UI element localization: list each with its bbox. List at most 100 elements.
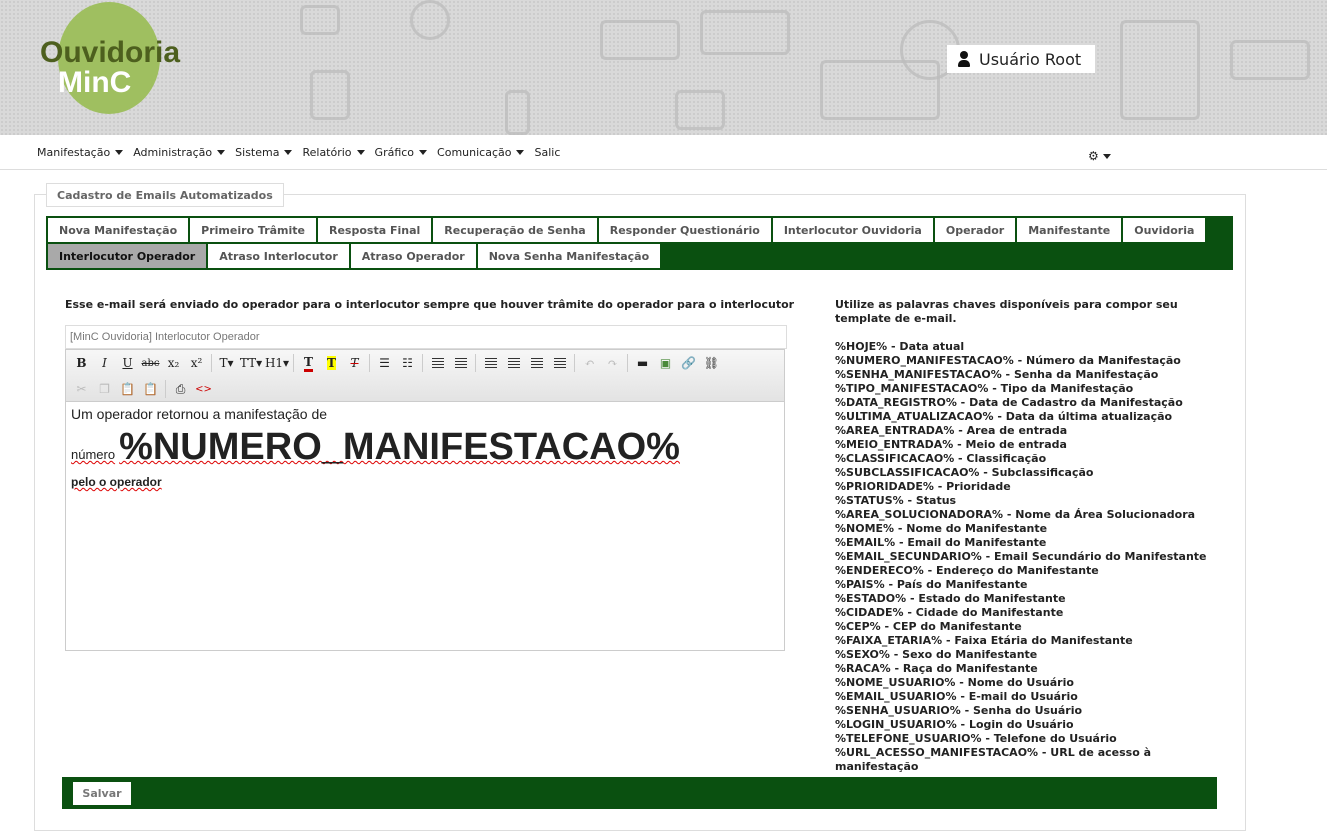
align-glyph (431, 358, 444, 368)
menu-administracao[interactable]: Administração (133, 146, 226, 159)
menu-sistema[interactable]: Sistema (235, 146, 293, 159)
toolbar-separator (422, 354, 423, 372)
keyword-item: %TELEFONE_USUARIO% - Telefone do Usuário (835, 732, 1117, 745)
keyword-item: %FAIXA_ETARIA% - Faixa Etária do Manifes… (835, 634, 1133, 647)
tab-ouvidoria[interactable]: Ouvidoria (1123, 218, 1206, 242)
decor-shape (310, 70, 350, 120)
unlink-icon[interactable]: ⛓ (700, 352, 723, 374)
underline-button[interactable]: U (116, 352, 139, 374)
decor-shape (700, 10, 790, 55)
paste-text-icon[interactable]: 📋 (139, 378, 162, 400)
keyword-item: %RACA% - Raça do Manifestante (835, 662, 1038, 675)
menu-label: Relatório (302, 146, 352, 159)
font-size-button[interactable]: TT▾ (238, 352, 264, 374)
outdent-icon[interactable] (426, 352, 449, 374)
horizontal-rule-icon[interactable]: ▬ (631, 352, 654, 374)
menu-relatorio[interactable]: Relatório (302, 146, 365, 159)
editor-content[interactable]: Um operador retornou a manifestação de n… (66, 402, 784, 493)
menu-label: Gráfico (374, 146, 415, 159)
menu-manifestacao[interactable]: Manifestação (37, 146, 124, 159)
ouvidoria-logo[interactable]: Ouvidoria MinC (40, 2, 250, 114)
menu-salic[interactable]: Salic (534, 146, 560, 159)
keyword-item: %STATUS% - Status (835, 494, 957, 507)
decor-shape (1120, 20, 1200, 120)
keyword-item: %HOJE% - Data atual (835, 340, 965, 353)
image-icon[interactable]: ▣ (654, 352, 677, 374)
source-code-icon[interactable]: <> (192, 378, 215, 400)
print-icon[interactable]: ⎙ (169, 378, 192, 400)
decor-shape (410, 0, 450, 40)
keyword-item: %SENHA_MANIFESTACAO% - Senha da Manifest… (835, 368, 1159, 381)
menu-grafico[interactable]: Gráfico (375, 146, 428, 159)
superscript-button[interactable]: x² (185, 352, 208, 374)
user-menu[interactable]: Usuário Root (947, 45, 1095, 73)
keyword-item: %ULTIMA_ATUALIZACAO% - Data da última at… (835, 410, 1173, 423)
main-menu: Manifestação Administração Sistema Relat… (37, 146, 560, 159)
subscript-button[interactable]: x₂ (162, 352, 185, 374)
tab-resposta-final[interactable]: Resposta Final (318, 218, 432, 242)
link-icon[interactable]: 🔗 (677, 352, 700, 374)
tab-primeiro-tramite[interactable]: Primeiro Trâmite (190, 218, 316, 242)
keyword-item: %NOME% - Nome do Manifestante (835, 522, 1048, 535)
align-right-icon[interactable] (525, 352, 548, 374)
save-button[interactable]: Salvar (73, 782, 131, 805)
toolbar-separator (369, 354, 370, 372)
tab-nova-senha-manifestacao[interactable]: Nova Senha Manifestação (477, 244, 661, 268)
toolbar-row-1: B I U abc x₂ x² T▾ TT▾ H1▾ T T T ☰ ☷ ↶ ↷… (66, 350, 784, 376)
numbered-list-icon[interactable]: ☷ (396, 352, 419, 374)
tab-recuperacao-senha[interactable]: Recuperação de Senha (433, 218, 597, 242)
menu-label: Comunicação (437, 146, 512, 159)
caret-down-icon (284, 150, 293, 155)
bold-button[interactable]: B (70, 352, 93, 374)
align-justify-icon[interactable] (548, 352, 571, 374)
tab-operador[interactable]: Operador (934, 218, 1016, 242)
remove-format-icon[interactable]: T (343, 352, 366, 374)
align-glyph (507, 358, 520, 368)
tab-manifestante[interactable]: Manifestante (1017, 218, 1122, 242)
body-line-1-text: Um operador retornou a manifestação de (71, 406, 328, 422)
align-center-icon[interactable] (502, 352, 525, 374)
logo-text-line2: MinC (58, 66, 132, 99)
bullet-list-icon[interactable]: ☰ (373, 352, 396, 374)
keyword-item: %EMAIL_USUARIO% - E-mail do Usuário (835, 690, 1078, 703)
email-description: Esse e-mail será enviado do operador par… (65, 298, 795, 311)
italic-button[interactable]: I (93, 352, 116, 374)
heading-button[interactable]: H1▾ (264, 352, 290, 374)
copy-icon[interactable]: ❐ (93, 378, 116, 400)
settings-menu[interactable]: ⚙ (1088, 149, 1111, 163)
menu-comunicacao[interactable]: Comunicação (437, 146, 525, 159)
keyword-item: %AREA_ENTRADA% - Area de entrada (835, 424, 1068, 437)
paste-icon[interactable]: 📋 (116, 378, 139, 400)
keyword-item: %PAIS% - País do Manifestante (835, 578, 1028, 591)
editor-toolbar: B I U abc x₂ x² T▾ TT▾ H1▾ T T T ☰ ☷ ↶ ↷… (66, 350, 784, 402)
tab-interlocutor-operador[interactable]: Interlocutor Operador (48, 244, 207, 268)
tab-interlocutor-ouvidoria[interactable]: Interlocutor Ouvidoria (772, 218, 933, 242)
strikethrough-button[interactable]: abc (139, 352, 162, 374)
keyword-item: %AREA_SOLUCIONADORA% - Nome da Área Solu… (835, 508, 1196, 521)
tab-row-2: Interlocutor Operador Atraso Interlocuto… (48, 244, 1233, 268)
main-menu-bar: Manifestação Administração Sistema Relat… (0, 135, 1327, 170)
form-footer (62, 777, 1217, 809)
caret-down-icon (217, 150, 226, 155)
panel-legend: Cadastro de Emails Automatizados (46, 183, 284, 207)
tab-nova-manifestacao[interactable]: Nova Manifestação (48, 218, 189, 242)
cut-icon[interactable]: ✂ (70, 378, 93, 400)
subject-input[interactable] (65, 325, 787, 349)
tab-atraso-operador[interactable]: Atraso Operador (350, 244, 476, 268)
keyword-item: %NOME_USUARIO% - Nome do Usuário (835, 676, 1074, 689)
align-glyph (530, 358, 543, 368)
header-banner: Ouvidoria MinC Usuário Root (0, 0, 1327, 135)
menu-label: Administração (133, 146, 213, 159)
align-left-icon[interactable] (479, 352, 502, 374)
font-family-button[interactable]: T▾ (215, 352, 238, 374)
keyword-item: %SENHA_USUARIO% - Senha do Usuário (835, 704, 1083, 717)
highlight-icon[interactable]: T (320, 352, 343, 374)
tab-responder-questionario[interactable]: Responder Questionário (598, 218, 771, 242)
toolbar-separator (293, 354, 294, 372)
text-color-icon[interactable]: T (297, 352, 320, 374)
undo-icon[interactable]: ↶ (578, 352, 601, 374)
redo-icon[interactable]: ↷ (601, 352, 624, 374)
tab-atraso-interlocutor[interactable]: Atraso Interlocutor (208, 244, 349, 268)
keywords-help-title: Utilize as palavras chaves disponíveis p… (835, 298, 1178, 325)
indent-icon[interactable] (449, 352, 472, 374)
